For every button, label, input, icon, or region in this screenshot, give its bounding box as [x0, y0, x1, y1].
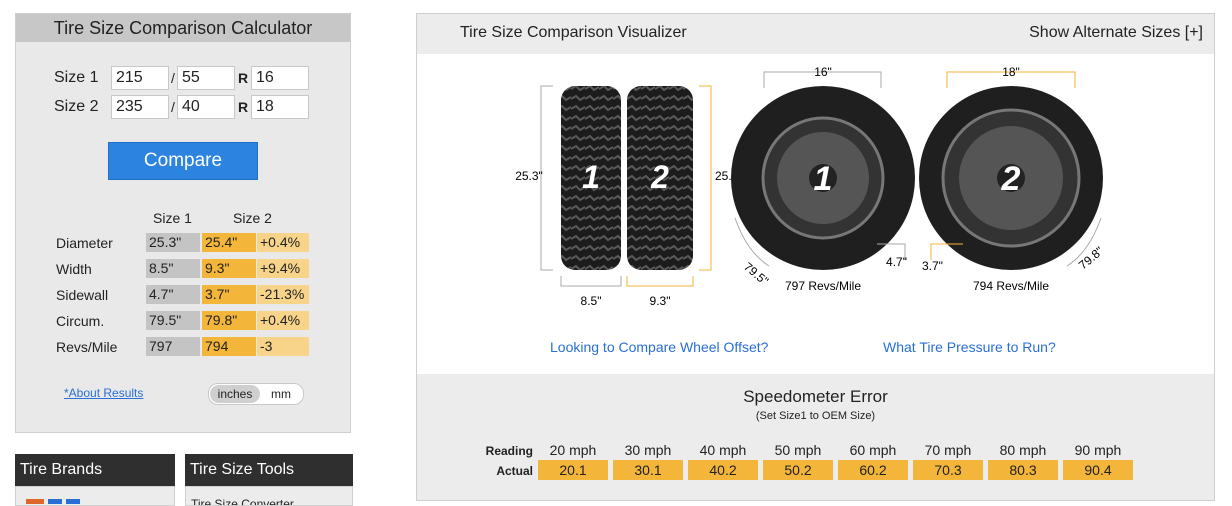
result-size1-value: 79.5" [146, 311, 200, 330]
tire1-height-label: 25.3" [515, 169, 543, 183]
tire-size-converter-link[interactable]: Tire Size Converter [191, 497, 294, 505]
tab-tire-brands[interactable]: Tire Brands [15, 454, 175, 486]
tab-tire-size-tools[interactable]: Tire Size Tools [185, 454, 353, 486]
actual-value: 50.2 [763, 460, 833, 480]
slash-separator: / [171, 70, 175, 86]
about-results-link[interactable]: *About Results [64, 386, 143, 400]
actual-value: 30.1 [613, 460, 683, 480]
result-size1-value: 25.3" [146, 233, 200, 252]
compare-wheel-offset-link[interactable]: Looking to Compare Wheel Offset? [550, 339, 768, 355]
size1-row: Size 1 / R [54, 66, 309, 90]
result-row-sidewall: Sidewall 4.7" 3.7" -21.3% [56, 285, 316, 305]
wheel2-number: 2 [1001, 160, 1021, 198]
size2-rim-input[interactable] [251, 95, 309, 119]
tire1-revs-label: 797 Revs/Mile [785, 279, 861, 293]
result-row-circumference: Circum. 79.5" 79.8" +0.4% [56, 311, 316, 331]
tire2-revs-label: 794 Revs/Mile [973, 279, 1049, 293]
reading-value: 60 mph [849, 442, 897, 458]
calculator-title: Tire Size Comparison Calculator [16, 14, 350, 42]
wheel2-rim-label: 18" [1002, 65, 1020, 79]
tire2-number: 2 [650, 159, 669, 195]
actual-value: 60.2 [838, 460, 908, 480]
result-size2-value: 79.8" [202, 311, 256, 330]
calculator-panel: Tire Size Comparison Calculator Size 1 /… [15, 13, 351, 433]
rim-r-label: R [237, 99, 249, 115]
result-name: Diameter [56, 235, 113, 251]
tire-size-tools-preview: Tire Size Converter [185, 486, 353, 506]
tire1-circumference-label: 79.5" [741, 260, 771, 288]
size2-width-input[interactable] [111, 95, 169, 119]
rim-r-label: R [237, 70, 249, 86]
tire-pressure-link[interactable]: What Tire Pressure to Run? [883, 339, 1056, 355]
slash-separator: / [171, 99, 175, 115]
tire2-circumference-label: 79.8" [1076, 244, 1106, 272]
result-row-diameter: Diameter 25.3" 25.4" +0.4% [56, 233, 316, 253]
result-size2-value: 3.7" [202, 285, 256, 304]
compare-button[interactable]: Compare [108, 142, 258, 180]
size1-aspect-input[interactable] [177, 66, 235, 90]
reading-value: 90 mph [1074, 442, 1122, 458]
units-toggle[interactable]: inches mm [208, 383, 304, 405]
actual-label: Actual [496, 464, 533, 478]
units-mm-option[interactable]: mm [261, 385, 301, 403]
brand-logo-icon [26, 499, 80, 504]
size1-rim-input[interactable] [251, 66, 309, 90]
tire-diagram: 1 2 25.3" 25.4" 8.5" 9.3" 16" 1 4.7" 79.… [515, 65, 1106, 308]
speedometer-error-title: Speedometer Error [743, 387, 888, 406]
result-diff: -3 [257, 337, 309, 356]
wheel1-number: 1 [814, 160, 833, 198]
reading-value: 50 mph [774, 442, 822, 458]
reading-value: 20 mph [549, 442, 597, 458]
tire2-sidewall-label: 3.7" [922, 259, 943, 273]
result-size2-value: 794 [202, 337, 256, 356]
reading-label: Reading [485, 444, 533, 458]
units-inches-option[interactable]: inches [210, 385, 260, 403]
tire1-sidewall-label: 4.7" [886, 255, 907, 269]
actual-value: 80.3 [988, 460, 1058, 480]
result-name: Sidewall [56, 287, 109, 303]
result-size2-value: 9.3" [202, 259, 256, 278]
reading-value: 70 mph [924, 442, 972, 458]
actual-value: 70.3 [913, 460, 983, 480]
actual-value: 90.4 [1063, 460, 1133, 480]
size2-row: Size 2 / R [54, 95, 309, 119]
result-size1-value: 797 [146, 337, 200, 356]
result-diff: +0.4% [257, 311, 309, 330]
visualizer-panel: Tire Size Comparison Visualizer Show Alt… [416, 13, 1215, 501]
result-diff: +9.4% [257, 259, 309, 278]
result-size1-value: 8.5" [146, 259, 200, 278]
actual-value: 20.1 [538, 460, 608, 480]
visualizer-title: Tire Size Comparison Visualizer [460, 24, 687, 41]
result-name: Width [56, 261, 92, 277]
reading-value: 40 mph [699, 442, 747, 458]
result-row-revs: Revs/Mile 797 794 -3 [56, 337, 316, 357]
result-diff: +0.4% [257, 233, 309, 252]
tire1-number: 1 [582, 159, 600, 195]
actual-value: 40.2 [688, 460, 758, 480]
tire-brands-preview [15, 486, 175, 506]
tire2-width-label: 9.3" [650, 294, 671, 308]
wheel1-rim-label: 16" [814, 65, 832, 79]
speedometer-error-subtitle: (Set Size1 to OEM Size) [755, 410, 876, 422]
result-size1-value: 4.7" [146, 285, 200, 304]
results-header-size1: Size 1 [153, 210, 192, 226]
size1-label: Size 1 [54, 69, 99, 86]
results-header-size2: Size 2 [233, 210, 272, 226]
size1-width-input[interactable] [111, 66, 169, 90]
tire1-width-label: 8.5" [581, 294, 602, 308]
result-row-width: Width 8.5" 9.3" +9.4% [56, 259, 316, 279]
show-alternate-sizes-toggle[interactable]: Show Alternate Sizes [+] [1029, 24, 1203, 42]
reading-value: 80 mph [999, 442, 1047, 458]
tire-visualization: 1 2 25.3" 25.4" 8.5" 9.3" 16" 1 4.7" 79.… [417, 54, 1214, 374]
result-name: Revs/Mile [56, 339, 118, 355]
result-name: Circum. [56, 313, 105, 329]
result-size2-value: 25.4" [202, 233, 256, 252]
size2-aspect-input[interactable] [177, 95, 235, 119]
result-diff: -21.3% [257, 285, 309, 304]
size2-label: Size 2 [54, 98, 99, 115]
reading-value: 30 mph [624, 442, 672, 458]
